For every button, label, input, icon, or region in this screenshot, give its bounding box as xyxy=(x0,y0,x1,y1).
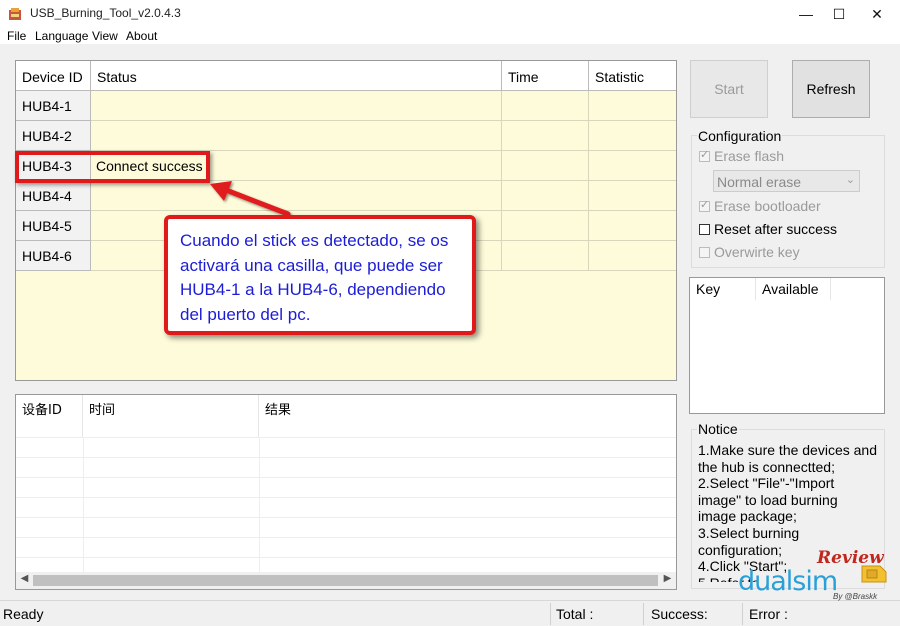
row-header-hub4-1[interactable]: HUB4-1 xyxy=(16,91,91,121)
column-header-available[interactable]: Available xyxy=(756,278,831,300)
status-success: Success: xyxy=(651,606,708,622)
column-header-device-id[interactable]: Device ID xyxy=(16,61,91,91)
notice-title: Notice xyxy=(697,421,739,437)
horizontal-scrollbar[interactable]: ◀ ▶ xyxy=(16,572,676,589)
menu-bar: File Language View About xyxy=(0,28,900,44)
column-header-time-cn[interactable]: 时间 xyxy=(83,395,259,437)
row-divider xyxy=(16,437,676,438)
sim-card-icon xyxy=(861,565,887,583)
checkbox-box[interactable] xyxy=(699,198,710,212)
reset-after-success-label: Reset after success xyxy=(714,221,837,237)
row-divider xyxy=(16,537,676,538)
statistic-cell[interactable] xyxy=(589,241,676,271)
status-error: Error : xyxy=(749,606,788,622)
watermark-logo: Review dualsim By @Braskk xyxy=(735,548,895,608)
column-header-status[interactable]: Status xyxy=(91,61,502,91)
reset-after-success-checkbox[interactable]: Reset after success xyxy=(699,221,837,237)
checkbox-box[interactable] xyxy=(699,148,710,162)
erase-mode-value: Normal erase xyxy=(717,174,802,190)
time-cell[interactable] xyxy=(502,211,589,241)
app-icon xyxy=(9,8,21,20)
row-divider xyxy=(16,557,676,558)
statistic-cell[interactable] xyxy=(589,91,676,121)
status-separator xyxy=(550,603,551,625)
menu-language[interactable]: Language xyxy=(35,29,88,43)
statistic-cell[interactable] xyxy=(589,181,676,211)
statistic-cell[interactable] xyxy=(589,211,676,241)
watermark-brand: dualsim xyxy=(738,566,838,597)
scroll-left-icon[interactable]: ◀ xyxy=(16,573,33,584)
annotation-highlight-box xyxy=(15,151,210,183)
time-cell[interactable] xyxy=(502,151,589,181)
title-bar: USB_Burning_Tool_v2.0.4.3 — ☐ ✕ xyxy=(0,0,900,28)
row-divider xyxy=(16,497,676,498)
erase-flash-label: Erase flash xyxy=(714,148,785,164)
time-cell[interactable] xyxy=(502,121,589,151)
menu-view[interactable]: View xyxy=(92,29,118,43)
time-cell[interactable] xyxy=(502,181,589,211)
row-divider xyxy=(16,457,676,458)
chevron-down-icon: ⌄ xyxy=(845,174,855,186)
erase-mode-select[interactable]: Normal erase ⌄ xyxy=(713,170,860,192)
row-divider xyxy=(16,477,676,478)
refresh-button[interactable]: Refresh xyxy=(792,60,870,118)
row-divider xyxy=(16,517,676,518)
scroll-right-icon[interactable]: ▶ xyxy=(659,573,676,584)
log-list[interactable]: 设备ID 时间 结果 ◀ ▶ xyxy=(15,394,677,590)
erase-bootloader-checkbox[interactable]: Erase bootloader xyxy=(699,198,821,214)
column-header-result-cn[interactable]: 结果 xyxy=(259,395,676,437)
row-header-hub4-6[interactable]: HUB4-6 xyxy=(16,241,91,271)
start-button[interactable]: Start xyxy=(690,60,768,118)
erase-flash-checkbox[interactable]: Erase flash xyxy=(699,148,784,164)
configuration-title: Configuration xyxy=(697,128,783,144)
statistic-cell[interactable] xyxy=(589,151,676,181)
annotation-callout: Cuando el stick es detectado, se os acti… xyxy=(164,215,476,335)
checkbox-box[interactable] xyxy=(699,223,710,235)
status-cell[interactable] xyxy=(91,91,502,121)
watermark-credit: By @Braskk xyxy=(833,592,878,601)
time-cell[interactable] xyxy=(502,241,589,271)
overwrite-key-label: Overwirte key xyxy=(714,244,800,260)
column-header-device-id-cn[interactable]: 设备ID xyxy=(16,395,83,437)
column-divider xyxy=(259,437,260,577)
row-header-hub4-4[interactable]: HUB4-4 xyxy=(16,181,91,211)
column-header-key[interactable]: Key xyxy=(690,278,756,300)
status-state: Ready xyxy=(3,606,44,622)
row-header-hub4-2[interactable]: HUB4-2 xyxy=(16,121,91,151)
checkbox-box[interactable] xyxy=(699,246,710,258)
time-cell[interactable] xyxy=(502,91,589,121)
row-header-hub4-5[interactable]: HUB4-5 xyxy=(16,211,91,241)
status-total: Total : xyxy=(556,606,594,622)
statistic-cell[interactable] xyxy=(589,121,676,151)
overwrite-key-checkbox[interactable]: Overwirte key xyxy=(699,244,800,260)
menu-about[interactable]: About xyxy=(126,29,157,43)
close-button[interactable]: ✕ xyxy=(854,0,900,28)
column-header-statistic[interactable]: Statistic xyxy=(589,61,676,91)
status-cell[interactable] xyxy=(91,121,502,151)
column-divider xyxy=(83,437,84,577)
column-header-time[interactable]: Time xyxy=(502,61,589,91)
menu-file[interactable]: File xyxy=(7,29,26,43)
status-separator xyxy=(643,603,644,625)
key-list[interactable]: Key Available xyxy=(689,277,885,414)
window-title: USB_Burning_Tool_v2.0.4.3 xyxy=(30,6,181,20)
notice-line: 1.Make sure the devices and the hub is c… xyxy=(698,442,877,475)
notice-line: 2.Select "File"-"Import image" to load b… xyxy=(698,475,838,525)
scrollbar-thumb[interactable] xyxy=(33,575,658,586)
erase-bootloader-label: Erase bootloader xyxy=(714,198,821,214)
